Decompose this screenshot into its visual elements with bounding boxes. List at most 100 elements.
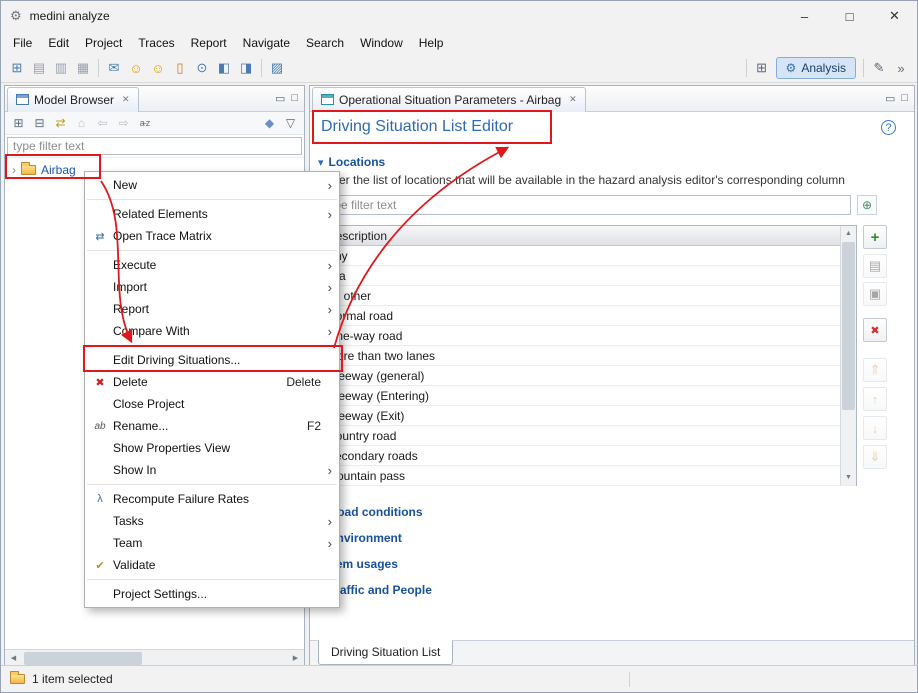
- view-menu-icon[interactable]: ▽: [281, 114, 300, 133]
- table-row[interactable]: Freeway (Exit): [320, 406, 856, 426]
- menu-item-new[interactable]: New ›: [85, 174, 339, 196]
- vertical-scrollbar[interactable]: ▲ ▼: [840, 226, 856, 485]
- table-row[interactable]: Normal road: [320, 306, 856, 326]
- tab-operational-situation-parameters[interactable]: Operational Situation Parameters - Airba…: [312, 87, 586, 112]
- review-icon[interactable]: ☺: [125, 57, 147, 79]
- forward-icon[interactable]: ⇨: [114, 114, 133, 133]
- edit-location-button[interactable]: ▤: [863, 254, 887, 278]
- move-bottom-button[interactable]: ⇓: [863, 445, 887, 469]
- table-row[interactable]: Secondary roads: [320, 446, 856, 466]
- menu-item-edit-driving-situations[interactable]: Edit Driving Situations...: [85, 349, 339, 371]
- menu-item-close-project[interactable]: Close Project: [85, 393, 339, 415]
- comment-icon[interactable]: ✉: [103, 57, 125, 79]
- back-icon[interactable]: ⇦: [93, 114, 112, 133]
- table-row[interactable]: Country road: [320, 426, 856, 446]
- menu-search[interactable]: Search: [298, 33, 352, 53]
- table-row[interactable]: N/a: [320, 266, 856, 286]
- menu-item-team[interactable]: Team ›: [85, 532, 339, 554]
- menu-separator: [87, 579, 337, 580]
- save-icon[interactable]: ▤: [28, 57, 50, 79]
- minimize-button[interactable]: –: [782, 1, 827, 31]
- home-icon[interactable]: ⌂: [72, 114, 91, 133]
- document-icon[interactable]: ◧: [213, 57, 235, 79]
- section-locations[interactable]: ▾ Locations: [318, 152, 385, 172]
- analysis-perspective-button[interactable]: ⚙ Analysis: [776, 57, 856, 79]
- column-header-description[interactable]: Description: [320, 226, 856, 246]
- model-browser-filter-input[interactable]: [7, 137, 302, 155]
- wand-icon[interactable]: ✎: [868, 57, 890, 79]
- maximize-view-icon[interactable]: □: [291, 92, 298, 105]
- move-down-button[interactable]: ↓: [863, 416, 887, 440]
- menu-item-rename[interactable]: ab Rename... F2: [85, 415, 339, 437]
- review-icon-2[interactable]: ☺: [147, 57, 169, 79]
- menu-item-open-trace-matrix[interactable]: ⇄ Open Trace Matrix: [85, 225, 339, 247]
- table-row[interactable]: Freeway (Entering): [320, 386, 856, 406]
- filter-menu-icon[interactable]: ⊕: [857, 195, 877, 215]
- scroll-right-icon[interactable]: ▶: [287, 650, 304, 666]
- menu-file[interactable]: File: [5, 33, 40, 53]
- minimize-view-icon[interactable]: ▭: [885, 92, 895, 105]
- menu-traces[interactable]: Traces: [130, 33, 182, 53]
- save-all-icon[interactable]: ▥: [50, 57, 72, 79]
- close-button[interactable]: ✕: [872, 1, 917, 31]
- tab-model-browser[interactable]: Model Browser ✕: [7, 87, 139, 112]
- expander-icon[interactable]: ›: [12, 163, 16, 177]
- table-row[interactable]: More than two lanes: [320, 346, 856, 366]
- report-table-icon[interactable]: ▨: [266, 57, 288, 79]
- menu-item-validate[interactable]: ✔ Validate: [85, 554, 339, 576]
- close-icon[interactable]: ✕: [569, 94, 577, 105]
- menu-item-import[interactable]: Import ›: [85, 276, 339, 298]
- link-with-editor-icon[interactable]: ⇄: [51, 114, 70, 133]
- menu-report[interactable]: Report: [183, 33, 235, 53]
- notes-icon[interactable]: ▯: [169, 57, 191, 79]
- sort-az-icon[interactable]: a-z: [135, 114, 154, 133]
- menu-project[interactable]: Project: [77, 33, 130, 53]
- remove-location-button[interactable]: ✖: [863, 318, 887, 342]
- scrollbar-thumb[interactable]: [842, 242, 855, 410]
- copy-location-button[interactable]: ▣: [863, 282, 887, 306]
- open-perspective-icon[interactable]: ⊞: [751, 57, 773, 79]
- scroll-down-icon[interactable]: ▼: [841, 470, 856, 485]
- scroll-up-icon[interactable]: ▲: [841, 226, 856, 241]
- menu-item-show-in[interactable]: Show In ›: [85, 459, 339, 481]
- close-icon[interactable]: ✕: [122, 94, 130, 105]
- table-row[interactable]: Freeway (general): [320, 366, 856, 386]
- menu-item-report[interactable]: Report ›: [85, 298, 339, 320]
- tab-driving-situation-list[interactable]: Driving Situation List: [318, 640, 453, 665]
- menu-item-project-settings[interactable]: Project Settings...: [85, 583, 339, 605]
- scroll-left-icon[interactable]: ◀: [5, 650, 22, 666]
- customize-view-icon[interactable]: ◆: [260, 114, 279, 133]
- menu-item-execute[interactable]: Execute ›: [85, 254, 339, 276]
- menu-item-compare-with[interactable]: Compare With ›: [85, 320, 339, 342]
- collapse-all-icon[interactable]: ⊟: [30, 114, 49, 133]
- new-wizard-icon[interactable]: ⊞: [6, 57, 28, 79]
- menu-item-show-properties-view[interactable]: Show Properties View: [85, 437, 339, 459]
- table-row[interactable]: Mountain pass: [320, 466, 856, 486]
- table-row[interactable]: All other: [320, 286, 856, 306]
- maximize-view-icon[interactable]: □: [901, 92, 908, 105]
- maximize-button[interactable]: □: [827, 1, 872, 31]
- inspect-icon[interactable]: ⊙: [191, 57, 213, 79]
- menu-help[interactable]: Help: [411, 33, 452, 53]
- minimize-view-icon[interactable]: ▭: [275, 92, 285, 105]
- toolbar-overflow-icon[interactable]: »: [890, 57, 912, 79]
- menu-item-recompute-failure-rates[interactable]: λ Recompute Failure Rates: [85, 488, 339, 510]
- table-row[interactable]: Any: [320, 246, 856, 266]
- table-row[interactable]: One-way road: [320, 326, 856, 346]
- scrollbar-thumb[interactable]: [24, 652, 142, 665]
- help-icon[interactable]: ?: [881, 120, 896, 135]
- menu-item-tasks[interactable]: Tasks ›: [85, 510, 339, 532]
- document-icon-2[interactable]: ◨: [235, 57, 257, 79]
- menu-window[interactable]: Window: [352, 33, 411, 53]
- print-icon[interactable]: ▦: [72, 57, 94, 79]
- menu-item-delete[interactable]: ✖ Delete Delete: [85, 371, 339, 393]
- locations-filter-input[interactable]: [319, 195, 851, 215]
- move-up-button[interactable]: ↑: [863, 387, 887, 411]
- menu-item-related-elements[interactable]: Related Elements ›: [85, 203, 339, 225]
- menu-navigate[interactable]: Navigate: [235, 33, 298, 53]
- move-top-button[interactable]: ⇑: [863, 358, 887, 382]
- expand-all-icon[interactable]: ⊞: [9, 114, 28, 133]
- add-location-button[interactable]: +: [863, 225, 887, 249]
- menu-edit[interactable]: Edit: [40, 33, 77, 53]
- horizontal-scrollbar[interactable]: ◀ ▶: [5, 649, 304, 666]
